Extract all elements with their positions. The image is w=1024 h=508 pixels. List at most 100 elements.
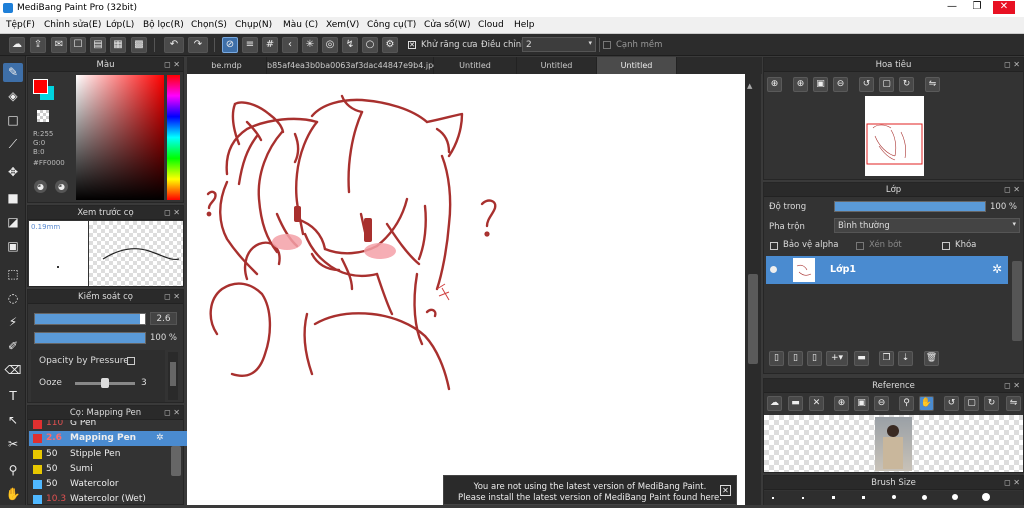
snap-settings-icon[interactable]: ⚙ [382,37,398,53]
eraser-icon[interactable]: ◈ [3,87,23,106]
protect-alpha-checkbox[interactable] [770,241,778,251]
cloud-open-icon[interactable]: ☁ [767,396,782,411]
brush-size-value[interactable]: 2.6 [150,312,177,325]
rotate-right-icon[interactable]: ↻ [984,396,999,411]
move-icon[interactable]: ✥ [3,163,23,182]
reference-image-area[interactable] [764,415,1023,472]
comment-icon[interactable]: ✉ [51,37,67,53]
antialias-checkbox[interactable]: ✕ [408,40,416,50]
panel-buttons[interactable]: ◻ ✕ [1004,183,1020,197]
panel-buttons[interactable]: ◻ ✕ [164,290,180,304]
navigator-thumbnail[interactable] [865,96,924,176]
cross-snap-icon[interactable]: # [262,37,278,53]
canvas-vertical-scrollbar[interactable]: ▲ [745,74,761,505]
new-halftone-layer-icon[interactable]: ▯ [788,351,803,366]
size-preset[interactable] [982,493,990,501]
foreground-color-swatch[interactable] [33,79,48,94]
pen-icon[interactable]: ✎ [3,63,23,82]
menu-window[interactable]: Cửa sổ(W) [424,20,470,30]
no-snap-icon[interactable]: ⊘ [222,37,238,53]
correction-select[interactable]: 2 ▾ [522,37,596,52]
panel-buttons[interactable]: ◻ ✕ [164,206,180,220]
folder-icon[interactable]: ▬ [854,351,869,366]
hand-icon[interactable]: ✋ [3,485,23,504]
layer-opacity-slider[interactable] [834,201,986,212]
size-preset[interactable] [892,495,896,499]
cloud-icon[interactable]: ☁ [9,37,25,53]
lock-checkbox[interactable] [942,241,950,251]
zoom-out-icon[interactable]: ⊖ [833,77,848,92]
transparent-swatch[interactable] [37,110,49,122]
palette-add-icon[interactable]: ◕ [55,180,68,193]
zoom-actual-icon[interactable]: ▣ [813,77,828,92]
close-window-button[interactable]: ✕ [993,1,1015,14]
rotate-reset-icon[interactable]: ▢ [964,396,979,411]
brush-control-scrollbar[interactable] [168,352,178,400]
magic-wand-icon[interactable]: ⚡ [3,313,23,332]
zoom-actual-icon[interactable]: ▣ [854,396,869,411]
chat-icon[interactable]: ☐ [70,37,86,53]
zoom-out-icon[interactable]: ⊖ [874,396,889,411]
trash-icon[interactable]: 🗑 [924,351,939,366]
maximize-button[interactable]: ❐ [966,1,988,14]
brush-opacity-slider[interactable] [34,332,146,344]
gear-icon[interactable]: ✲ [156,431,164,446]
rotate-left-icon[interactable]: ↺ [944,396,959,411]
divide-icon[interactable]: ✂ [3,435,23,454]
size-preset[interactable] [772,497,774,499]
select-pen-icon[interactable]: ✐ [3,337,23,356]
open-folder-icon[interactable]: ▬ [788,396,803,411]
merge-down-icon[interactable]: ⇣ [898,351,913,366]
rotate-left-icon[interactable]: ↺ [859,77,874,92]
drawing-canvas[interactable] [187,74,745,505]
tab-untitled-1[interactable]: Untitled [434,57,517,74]
menu-color[interactable]: Màu (C) [283,20,318,30]
new-layer-icon[interactable]: ▯ [769,351,784,366]
tab-jpg[interactable]: b85af4ea3b0ba0063af3dac44847e9b4.jpg [267,57,438,74]
share-icon[interactable]: ⇪ [30,37,46,53]
curve-snap-icon[interactable]: ↯ [342,37,358,53]
brush-list-scrollbar[interactable] [171,446,181,476]
menu-cloud[interactable]: Cloud [478,20,504,30]
ellipse-snap-icon[interactable]: ○ [362,37,378,53]
zoom-in-icon[interactable]: ⊕ [834,396,849,411]
menu-layer[interactable]: Lớp(L) [106,20,134,30]
panel-buttons[interactable]: ◻ ✕ [1004,58,1020,72]
select-eraser-icon[interactable]: ⌫ [3,361,23,380]
scrollbar-thumb[interactable] [748,274,758,364]
size-preset[interactable] [802,497,804,499]
scrollbar-thumb[interactable] [170,362,176,386]
panel-buttons[interactable]: ◻ ✕ [1004,379,1020,393]
size-preset[interactable] [862,496,865,499]
brush-size-slider[interactable] [34,313,146,325]
operation-icon[interactable]: ↖ [3,411,23,430]
close-icon[interactable]: ✕ [720,485,731,496]
gear-icon[interactable]: ✲ [992,262,1002,276]
menu-help[interactable]: Help [514,20,535,30]
add-layer-menu-icon[interactable]: +▾ [826,351,848,366]
tab-untitled-3[interactable]: Untitled [597,57,677,74]
saturation-value-picker[interactable] [76,75,164,200]
minimize-button[interactable]: — [941,1,963,14]
vanish-snap-icon[interactable]: ‹ [282,37,298,53]
size-preset[interactable] [952,494,958,500]
visibility-icon[interactable] [770,266,777,273]
circle-snap-icon[interactable]: ◎ [322,37,338,53]
undo-icon[interactable]: ↶ [164,37,184,53]
dot-pen-icon[interactable]: ⟋ [3,135,23,154]
size-preset[interactable] [832,496,835,499]
zoom-in-icon[interactable]: ⊕ [793,77,808,92]
size-preset[interactable] [922,495,927,500]
eyedropper-icon[interactable]: ⚲ [3,461,23,480]
redo-icon[interactable]: ↷ [188,37,208,53]
blend-mode-select[interactable]: Bình thường ▾ [834,218,1020,233]
brush-item-mapping-pen[interactable]: 2.6 Mapping Pen ✲ [29,431,197,446]
menu-view[interactable]: Xem(V) [326,20,359,30]
doc-icon[interactable]: ▤ [90,37,106,53]
hand-icon[interactable]: ✋ [919,396,934,411]
gradient-icon[interactable]: ▣ [3,237,23,256]
menu-filter[interactable]: Bộ lọc(R) [143,20,184,30]
layer-scrollbar[interactable] [1012,261,1022,341]
new-8bit-layer-icon[interactable]: ▯ [807,351,822,366]
radial-snap-icon[interactable]: ✳ [302,37,318,53]
